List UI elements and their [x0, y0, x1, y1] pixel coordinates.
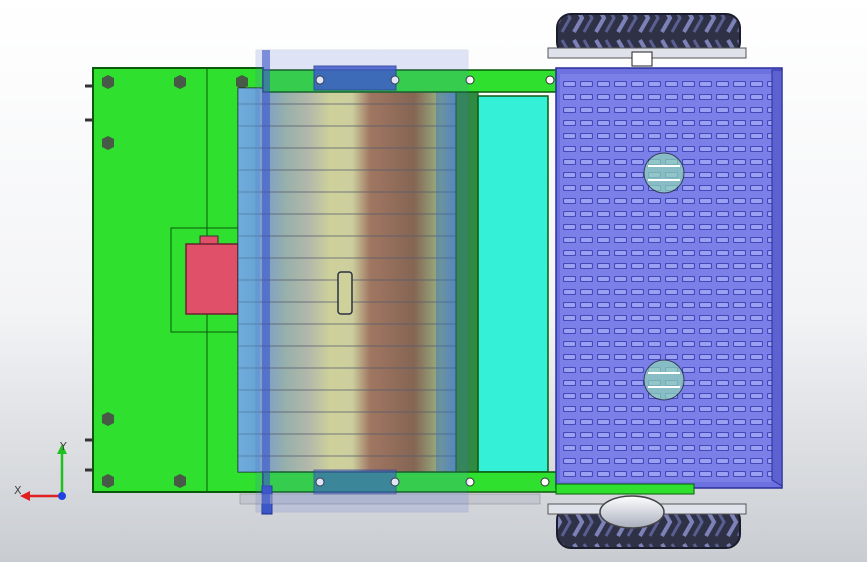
cyan-panel — [477, 95, 549, 473]
y-axis-label: Y — [60, 440, 67, 453]
left-shaft — [262, 50, 270, 512]
cad-viewport[interactable]: X Y — [0, 0, 867, 562]
mount-block-top — [631, 51, 653, 67]
triad-arrows — [20, 444, 67, 501]
x-axis-label: X — [14, 484, 22, 497]
transparent-housing — [255, 49, 469, 513]
machine-top-view-model[interactable] — [0, 0, 867, 562]
conveyor-bottom-strip — [555, 483, 695, 495]
drive-wheel-bottom — [599, 495, 665, 529]
coordinate-triad: X Y — [12, 440, 82, 510]
perforated-conveyor — [555, 67, 783, 489]
